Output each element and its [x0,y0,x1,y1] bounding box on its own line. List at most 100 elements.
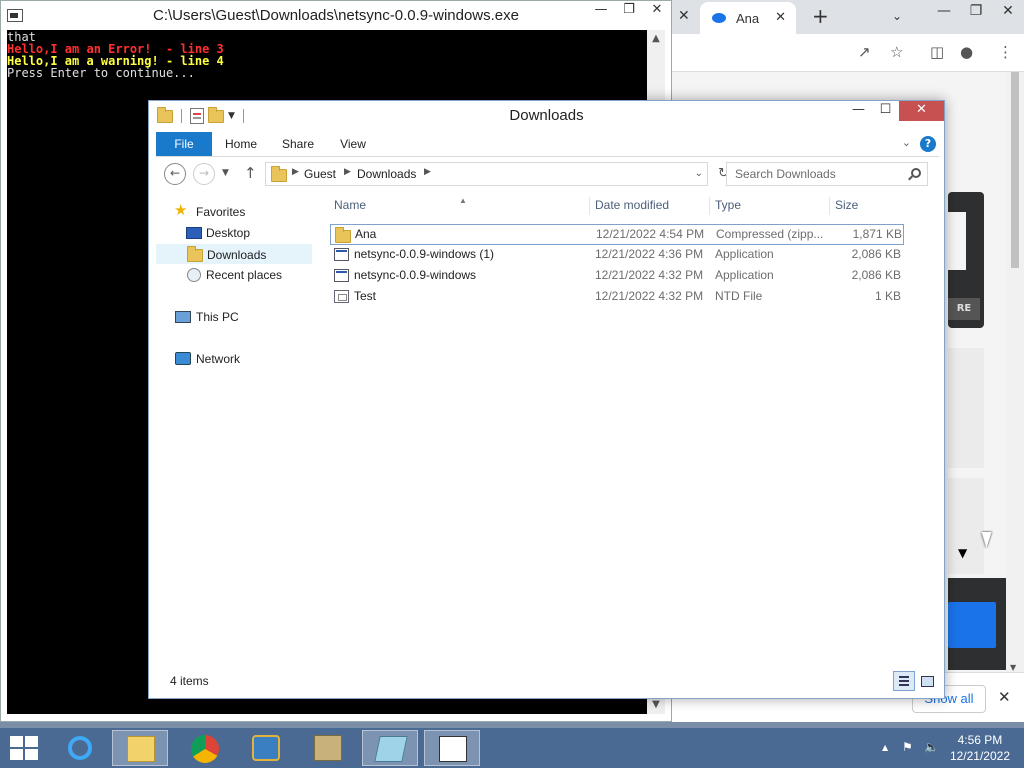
search-input[interactable] [735,167,905,181]
scroll-up-icon[interactable]: ▲ [647,30,665,48]
browser-tab[interactable]: Ana ✕ [700,2,796,34]
scroll-thumb[interactable] [1011,72,1019,268]
restore-icon[interactable]: ❐ [615,1,643,21]
taskbar-chrome[interactable] [176,730,232,766]
tab-home[interactable]: Home [216,132,266,156]
status-bar: 4 items [156,671,939,693]
breadcrumb-chevron-icon[interactable]: ▶ [292,167,299,177]
scroll-down-icon[interactable]: ▼ [1010,663,1016,672]
help-icon[interactable]: ? [920,136,936,152]
taskbar-internet-explorer[interactable] [52,730,108,766]
explorer-window[interactable]: ▼ Downloads — ☐ ✕ File Home Share View ⌄… [148,100,945,699]
close-icon[interactable]: ✕ [775,10,786,25]
new-tab-icon[interactable]: + [812,4,829,28]
file-type: Compressed (zipp... [716,227,824,241]
system-tray: ▲ ⚑ 🔈 4:56 PM 12/21/2022 [864,728,1024,768]
file-size: 2,086 KB [851,247,901,261]
taskbar-console[interactable] [424,730,480,766]
tab-file[interactable]: File [156,132,212,156]
generic-file-icon [334,290,349,303]
breadcrumb-chevron-icon[interactable]: ▶ [344,167,351,177]
console-titlebar[interactable]: C:\Users\Guest\Downloads\netsync-0.0.9-w… [1,1,671,30]
nav-favorites[interactable]: ★ Favorites [166,202,322,222]
card-button[interactable]: RE [948,298,980,320]
file-row[interactable]: Test 12/21/2022 4:32 PM NTD File 1 KB [330,287,904,308]
restore-icon[interactable]: ❐ [960,0,992,22]
taskbar-notepad[interactable] [362,730,418,766]
menu-icon[interactable]: ⋮ [998,43,1013,61]
close-tab-icon[interactable]: ✕ [678,8,690,24]
taskbar-file-explorer[interactable] [112,730,168,766]
file-row[interactable]: netsync-0.0.9-windows 12/21/2022 4:32 PM… [330,266,904,287]
breadcrumb-downloads[interactable]: Downloads [357,167,416,181]
file-list[interactable]: Name ▲ Date modified Type Size Ana 12/21… [326,193,906,663]
side-panel-icon[interactable]: ◫ [930,43,944,61]
chevron-down-icon[interactable]: ⌄ [892,9,902,23]
taskbar-app[interactable] [238,730,294,766]
up-arrow-icon[interactable]: ↑ [244,164,257,182]
volume-icon[interactable]: 🔈 [924,740,939,754]
console-icon [439,736,467,762]
blue-button[interactable] [948,602,996,648]
minimize-icon[interactable]: — [928,0,960,22]
breadcrumb-guest[interactable]: Guest [304,167,336,181]
browser-scrollbar[interactable]: ▼ [1006,72,1024,672]
minimize-icon[interactable]: — [845,101,872,121]
maximize-icon[interactable]: ☐ [872,101,899,121]
column-divider[interactable] [589,197,590,215]
close-icon[interactable]: ✕ [899,101,944,121]
recent-locations-icon[interactable]: ▼ [222,168,229,178]
close-icon[interactable]: ✕ [998,688,1011,706]
recent-places-icon [187,268,201,282]
search-box[interactable] [726,162,928,186]
show-hidden-icons-icon[interactable]: ▲ [882,743,888,752]
column-header-name[interactable]: Name ▲ [334,195,589,217]
share-icon[interactable]: ↗ [858,43,871,61]
clock[interactable]: 4:56 PM 12/21/2022 [950,732,1010,764]
column-header-date[interactable]: Date modified [595,195,711,217]
explorer-titlebar[interactable]: ▼ Downloads — ☐ ✕ [149,101,944,131]
nav-this-pc[interactable]: This PC [166,307,322,327]
flag-icon[interactable]: ⚑ [902,740,913,754]
column-header-type[interactable]: Type [715,195,831,217]
nav-network[interactable]: Network [166,349,322,369]
tab-view[interactable]: View [330,132,376,156]
explorer-caption-buttons: — ☐ ✕ [845,101,944,123]
zip-folder-icon [335,227,351,243]
windows-logo-icon [10,749,23,760]
column-header-size[interactable]: Size [835,195,901,217]
nav-desktop[interactable]: Desktop [166,223,322,243]
star-icon: ★ [174,202,188,219]
column-divider[interactable] [829,197,830,215]
star-icon[interactable]: ☆ [890,43,903,61]
nav-label: This PC [196,310,239,324]
tab-label: Ana [736,11,760,26]
folder-icon [271,166,287,182]
taskbar-archive[interactable] [300,730,356,766]
breadcrumb-chevron-icon[interactable]: ▶ [424,167,431,177]
column-divider[interactable] [709,197,710,215]
nav-recent-places[interactable]: Recent places [166,265,322,285]
file-row[interactable]: netsync-0.0.9-windows (1) 12/21/2022 4:3… [330,245,904,266]
clock-time: 4:56 PM [957,733,1003,747]
search-icon[interactable] [911,168,921,178]
minimize-icon[interactable]: — [587,1,615,21]
forward-icon[interactable]: → [193,163,215,185]
file-row[interactable]: Ana 12/21/2022 4:54 PM Compressed (zipp.… [330,224,904,245]
chevron-down-icon[interactable]: ⌄ [695,168,703,179]
start-button[interactable] [10,736,38,760]
file-date: 12/21/2022 4:32 PM [595,268,704,282]
file-name: netsync-0.0.9-windows (1) [354,247,495,261]
profile-icon[interactable]: ● [960,43,973,61]
back-icon[interactable]: ← [164,163,186,185]
details-view-icon[interactable] [893,671,915,691]
tab-share[interactable]: Share [272,132,324,156]
nav-downloads[interactable]: Downloads [156,244,312,264]
expand-ribbon-icon[interactable]: ⌄ [902,136,911,149]
address-bar[interactable]: ▶ Guest ▶ Downloads ▶ ⌄ ↻ [265,162,729,186]
close-icon[interactable]: ✕ [643,1,671,21]
large-icons-view-icon[interactable] [917,671,937,691]
navigation-bar: ← → ▼ ↑ ▶ Guest ▶ Downloads ▶ ⌄ ↻ [156,160,939,188]
close-icon[interactable]: ✕ [992,0,1024,22]
dropdown-arrow-icon[interactable]: ▼ [958,546,967,560]
